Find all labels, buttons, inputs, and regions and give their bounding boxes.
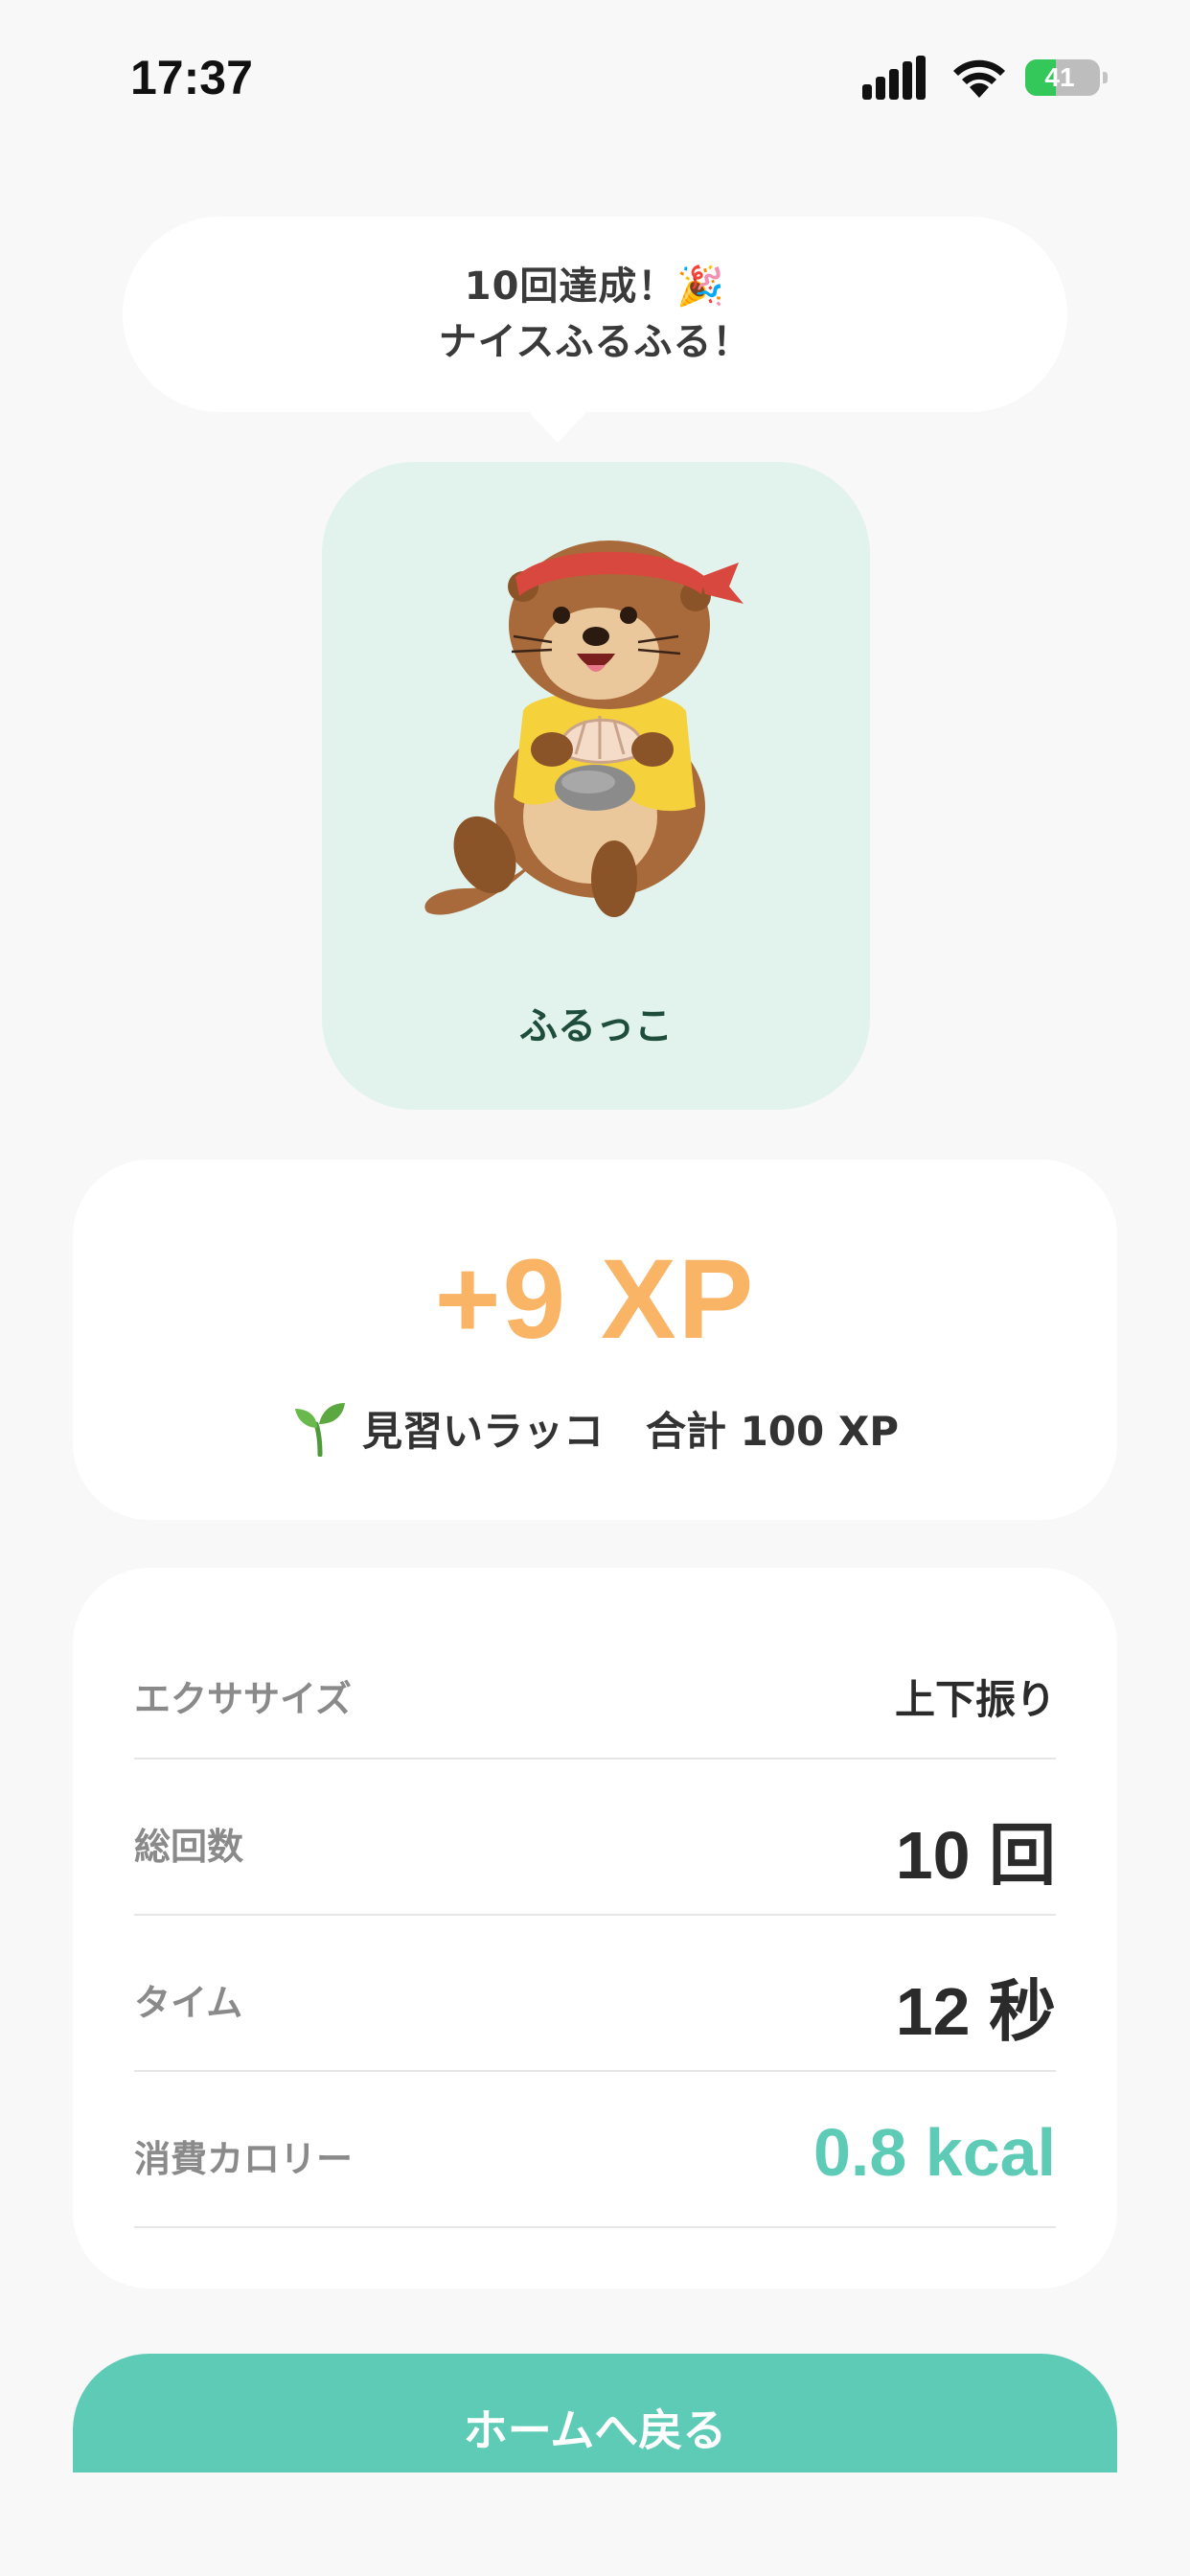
count-label: 総回数 xyxy=(134,1826,244,1868)
xp-card: +9 XP 見習いラッコ 合計 100 XP xyxy=(73,1160,1117,1520)
count-value: 10 回 xyxy=(895,1818,1056,1893)
bubble-line-2: ナイスふるふる！ xyxy=(438,320,752,364)
sprout-icon xyxy=(294,1402,345,1457)
mascot-name: ふるっこ xyxy=(519,1004,673,1048)
xp-gained: +9 XP xyxy=(434,1236,756,1363)
home-button[interactable]: ホームへ戻る xyxy=(73,2354,1117,2472)
bubble-line-1: 10回達成！🎉 xyxy=(464,264,726,309)
status-time: 17:37 xyxy=(130,51,253,104)
stat-row-calorie: 消費カロリー 0.8 kcal xyxy=(134,2072,1056,2228)
speech-bubble: 10回達成！🎉 ナイスふるふる！ xyxy=(123,217,1067,412)
time-label: タイム xyxy=(134,1982,243,2024)
mascot-card: ふるっこ xyxy=(322,462,870,1110)
signal-icon xyxy=(862,56,926,100)
xp-rank: 見習いラッコ xyxy=(361,1408,604,1455)
xp-total: 合計 100 XP xyxy=(645,1408,900,1455)
home-button-label: ホームへ戻る xyxy=(463,2404,727,2456)
stats-card: エクササイズ 上下振り 総回数 10 回 タイム 12 秒 消費カロリー 0.8… xyxy=(73,1568,1117,2288)
battery-icon: 41 xyxy=(1025,59,1100,96)
stat-row-exercise: エクササイズ 上下振り xyxy=(134,1568,1056,1760)
calorie-value: 0.8 kcal xyxy=(813,2115,1056,2190)
stat-row-count: 総回数 10 回 xyxy=(134,1760,1056,1916)
wifi-icon xyxy=(953,59,1005,98)
stat-row-time: タイム 12 秒 xyxy=(134,1916,1056,2072)
calorie-label: 消費カロリー xyxy=(134,2138,354,2180)
speech-bubble-tail xyxy=(527,410,588,443)
battery-cap xyxy=(1103,72,1108,83)
time-value: 12 秒 xyxy=(895,1974,1056,2049)
otter-mascot-illustration xyxy=(424,540,744,917)
exercise-value: 上下振り xyxy=(894,1676,1056,1723)
battery-percent: 41 xyxy=(1044,62,1075,92)
xp-rank-row: 見習いラッコ 合計 100 XP xyxy=(73,1399,1117,1458)
exercise-label: エクササイズ xyxy=(134,1678,352,1720)
